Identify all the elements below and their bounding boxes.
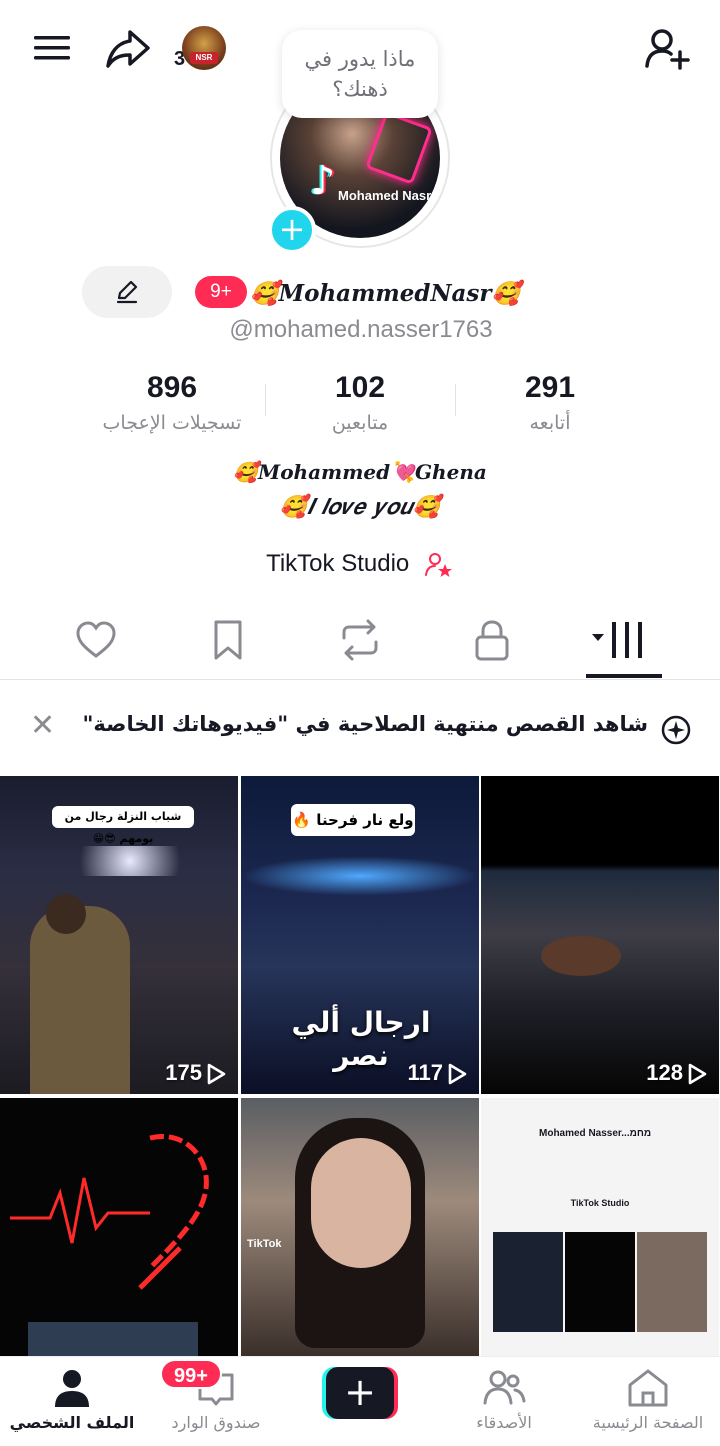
- liked-videos-tab-icon[interactable]: [74, 618, 118, 662]
- following-label: أتابعه: [529, 412, 571, 434]
- followers-label: متابعين: [331, 412, 389, 434]
- username: @mohamed.nasser1763: [229, 316, 493, 343]
- play-icon: [688, 1063, 707, 1085]
- video-thumbnail[interactable]: [0, 1098, 238, 1356]
- video-thumbnail[interactable]: 128: [481, 776, 719, 1094]
- reposts-tab-icon[interactable]: [338, 618, 382, 662]
- view-count-value: 128: [646, 1060, 683, 1085]
- profile-icon: [55, 1370, 89, 1407]
- tiktok-watermark: TikTok: [247, 1238, 282, 1250]
- notice-text: شاهد القصص منتهية الصلاحية في "فيديوهاتك…: [82, 712, 648, 736]
- view-count-value: 117: [407, 1060, 444, 1085]
- face-shape: [311, 1138, 411, 1268]
- nav-home-label: الصفحة الرئيسية: [592, 1413, 704, 1432]
- mini-grid-cell: [493, 1232, 563, 1332]
- expired-stories-notice[interactable]: ✕ شاهد القصص منتهية الصلاحية في "فيديوها…: [0, 690, 720, 770]
- menu-icon[interactable]: [32, 32, 72, 64]
- nav-inbox-label: صندوق الوارد: [171, 1413, 261, 1432]
- nav-profile-label: الملف الشخصي: [9, 1413, 135, 1432]
- creator-star-icon: [424, 552, 452, 577]
- person-head: [46, 894, 86, 934]
- add-story-button[interactable]: +: [268, 206, 316, 254]
- tiktok-logo-icon: ♪: [310, 158, 336, 204]
- avatar-neon-decoration: [365, 111, 433, 185]
- following-count: 291: [524, 371, 576, 404]
- profile-page: 3 NSR ♪ Mohamed Nasr + ماذا يدور في ذهنك…: [0, 0, 720, 1446]
- nav-home[interactable]: الصفحة الرئيسية: [576, 1357, 720, 1446]
- stat-following[interactable]: 291 أتابعه: [450, 368, 650, 438]
- pencil-icon: [116, 280, 138, 304]
- notification-badge[interactable]: 9+: [195, 276, 247, 308]
- inbox-badge: 99+: [160, 1359, 222, 1389]
- bio-line-2: 🥰𝑰 𝒍𝒐𝒗𝒆 𝒚𝒐𝒖🥰: [279, 495, 441, 520]
- table-shape: [541, 936, 621, 976]
- home-icon: [628, 1369, 668, 1407]
- mini-grid-cell: [565, 1232, 635, 1332]
- mini-profile-name: Mohamed Nasser...מחמ: [539, 1128, 652, 1139]
- saved-tab-icon[interactable]: [206, 618, 250, 662]
- display-name: 🥰𝑴𝒐𝒉𝒂𝒎𝒎𝒆𝒅𝑵𝒂𝒔𝒓🥰: [250, 280, 521, 307]
- active-tab-indicator: [586, 674, 662, 678]
- video-caption: ولع نار فرحنا 🔥: [291, 804, 415, 836]
- private-videos-tab-icon[interactable]: [470, 618, 514, 662]
- stat-followers[interactable]: 102 متابعين: [260, 368, 460, 438]
- edit-profile-button[interactable]: [82, 266, 172, 318]
- friends-icon: [483, 1370, 526, 1405]
- plus-icon: +: [326, 1367, 394, 1419]
- play-icon: [448, 1063, 467, 1085]
- video-thumbnail[interactable]: TikTok: [241, 1098, 479, 1356]
- close-icon[interactable]: ✕: [30, 708, 55, 743]
- stat-likes[interactable]: 896 تسجيلات الإعجاب: [72, 368, 272, 438]
- likes-label: تسجيلات الإعجاب: [102, 412, 242, 434]
- create-button[interactable]: +: [322, 1367, 398, 1419]
- studio-label: TikTok Studio: [266, 550, 410, 577]
- story-avatar[interactable]: NSR: [182, 26, 226, 70]
- nav-friends-label: الأصدقاء: [476, 1413, 532, 1432]
- videos-grid-tab-icon[interactable]: [590, 618, 646, 662]
- thought-bubble[interactable]: ماذا يدور في ذهنك؟: [282, 30, 438, 118]
- story-avatar-label: NSR: [190, 52, 218, 64]
- bio-line-1: 🥰𝑴𝒐𝒉𝒂𝒎𝒎𝒆𝒅💘𝑮𝒉𝒆𝒏𝒂: [233, 460, 487, 484]
- bottom-navigation: الصفحة الرئيسية الأصدقاء + صندوق الوارد …: [0, 1356, 720, 1446]
- sparkle-icon: [661, 715, 691, 745]
- stage-lights: [60, 846, 200, 876]
- share-icon[interactable]: [104, 26, 152, 72]
- video-thumbnail[interactable]: ولع نار فرحنا 🔥 ارجال ألي نصر 117: [241, 776, 479, 1094]
- stage-lights: [241, 856, 479, 896]
- avatar-name: Mohamed Nasr: [338, 188, 432, 203]
- mini-grid-cell: [637, 1232, 707, 1332]
- nav-friends[interactable]: الأصدقاء: [432, 1357, 576, 1446]
- nav-profile[interactable]: الملف الشخصي: [0, 1357, 144, 1446]
- video-grid: شباب النزلة رجال من يومهم 😎😁 175 ولع نار…: [0, 776, 720, 1356]
- view-count: 175: [165, 1060, 226, 1086]
- mini-studio-label: TikTok Studio: [570, 1198, 630, 1208]
- video-caption: شباب النزلة رجال من يومهم 😎😁: [52, 806, 194, 845]
- person-silhouette: [30, 906, 130, 1094]
- neon-heartbeat-graphic: [10, 1134, 209, 1290]
- view-count: 128: [646, 1060, 707, 1086]
- tiktok-studio-link[interactable]: TikTok Studio: [0, 544, 720, 584]
- content-tabs: [0, 600, 720, 680]
- video-thumbnail[interactable]: Mohamed Nasser...מחמ TikTok Studio: [481, 1098, 719, 1356]
- view-count: 117: [408, 1060, 468, 1086]
- followers-count: 102: [334, 371, 386, 404]
- video-thumbnail[interactable]: شباب النزلة رجال من يومهم 😎😁 175: [0, 776, 238, 1094]
- play-icon: [207, 1063, 226, 1085]
- add-friend-icon[interactable]: [644, 26, 692, 72]
- game-screen: [28, 1322, 198, 1356]
- likes-count: 896: [146, 371, 198, 404]
- view-count-value: 175: [165, 1060, 202, 1085]
